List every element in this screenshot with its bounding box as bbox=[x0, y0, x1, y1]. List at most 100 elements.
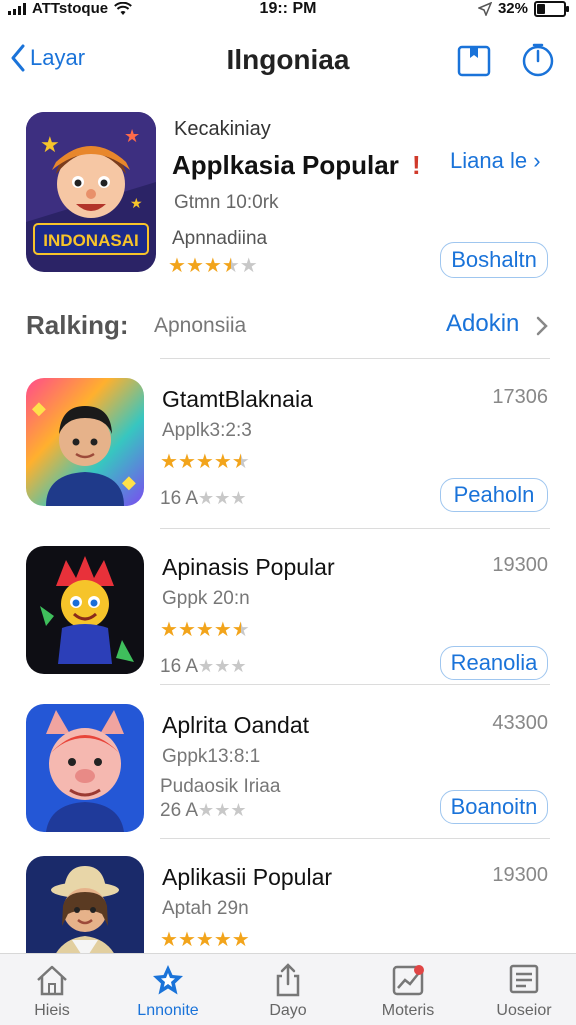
battery-percent: 32% bbox=[497, 0, 528, 17]
tab-share[interactable]: Dayo bbox=[238, 962, 338, 1020]
app-rating: ★★★★★ bbox=[160, 452, 250, 473]
get-button[interactable]: Reanolia bbox=[440, 646, 548, 680]
svg-text:◆: ◆ bbox=[122, 472, 136, 492]
chart-icon bbox=[392, 965, 424, 996]
rating-star-icon: ★ bbox=[230, 656, 247, 676]
featured-exclaim: ! bbox=[412, 150, 421, 180]
rating-star-icon: ★ bbox=[214, 656, 231, 676]
divider bbox=[160, 358, 550, 359]
see-all-link[interactable]: Adokin bbox=[446, 310, 519, 338]
featured-app[interactable]: ★ ★ ★ INDONASAI Kecakiniay Applkasia Pop… bbox=[0, 112, 576, 282]
tab-label: Dayo bbox=[269, 1002, 307, 1019]
featured-link-label: Liana le bbox=[450, 148, 528, 173]
svg-text:★: ★ bbox=[130, 195, 143, 211]
battery-icon bbox=[534, 0, 569, 17]
rating-star-icon: ★ bbox=[230, 488, 247, 508]
rating-star-icon: ★ bbox=[195, 929, 214, 951]
tab-label: Lnnonite bbox=[137, 1002, 199, 1019]
app-id: Gppk 20:n bbox=[162, 588, 250, 609]
app-icon[interactable] bbox=[26, 546, 144, 674]
rating-star-icon: ★ bbox=[160, 619, 178, 641]
featured-developer: Gtmn 10:0rk bbox=[174, 192, 279, 213]
featured-category: Apnnadiina bbox=[172, 228, 268, 249]
app-icon[interactable]: ◆ ◆ bbox=[26, 378, 144, 506]
list-icon bbox=[509, 964, 539, 994]
app-name: Aplrita Oandat bbox=[162, 712, 310, 738]
list-item[interactable]: ◆ ◆ GtamtBlaknaia Applk3:2:3 ★★★★★ 16 A★… bbox=[0, 378, 576, 528]
tab-updates[interactable]: Uoseior bbox=[474, 962, 574, 1020]
app-id: Gppk13:8:1 bbox=[162, 746, 261, 767]
rating-star-icon: ★ bbox=[214, 800, 231, 820]
app-icon[interactable] bbox=[26, 856, 144, 953]
featured-rating: ★★★★★ bbox=[168, 256, 258, 277]
app-number: 43300 bbox=[492, 712, 548, 734]
list-item[interactable]: Aplrita Oandat Gppk13:8:1 Pudaosik Iriaa… bbox=[0, 704, 576, 854]
bookmark-icon[interactable] bbox=[456, 42, 492, 78]
divider bbox=[160, 684, 550, 685]
app-name: Aplikasii Popular bbox=[162, 864, 333, 890]
location-icon bbox=[477, 1, 492, 16]
rating-star-icon: ★ bbox=[231, 929, 250, 951]
tab-label: Moteris bbox=[381, 1002, 435, 1019]
featured-subtitle: Kecakiniay bbox=[174, 118, 271, 140]
svg-text:★: ★ bbox=[124, 126, 140, 146]
rating-star-icon: ★ bbox=[213, 929, 232, 951]
svg-text:◆: ◆ bbox=[32, 398, 46, 418]
list-item[interactable]: Aplikasii Popular Aptah 29n ★★★★★ 19300 bbox=[0, 856, 576, 953]
featured-title: Applkasia Popular bbox=[172, 150, 399, 180]
app-rating: ★★★★★ bbox=[160, 620, 250, 641]
featured-get-button[interactable]: Boshaltn bbox=[440, 242, 548, 278]
rating-star-icon: ★ bbox=[231, 619, 250, 641]
get-button[interactable]: Peaholn bbox=[440, 478, 548, 512]
tab-featured[interactable]: Lnnonite bbox=[118, 962, 218, 1020]
rating-star-icon: ★ bbox=[198, 800, 215, 820]
rating-star-icon: ★ bbox=[177, 929, 196, 951]
rating-star-icon: ★ bbox=[177, 619, 196, 641]
divider bbox=[160, 528, 550, 529]
featured-app-icon[interactable]: ★ ★ ★ INDONASAI bbox=[26, 112, 156, 272]
rating-count: 16 A★★★ bbox=[160, 656, 246, 678]
app-icon[interactable] bbox=[26, 704, 144, 832]
app-name: GtamtBlaknaia bbox=[162, 386, 313, 412]
app-number: 19300 bbox=[492, 554, 548, 576]
app-number: 19300 bbox=[492, 864, 548, 886]
rating-star-icon: ★ bbox=[198, 488, 215, 508]
nav-bar: Layar Ilngoniaa bbox=[0, 30, 576, 94]
app-id: Applk3:2:3 bbox=[162, 420, 252, 441]
rating-star-icon: ★ bbox=[177, 451, 196, 473]
rating-count-label: 26 A bbox=[160, 800, 199, 821]
gray-stars: ★★★ bbox=[198, 656, 246, 677]
tab-home[interactable]: Hieis bbox=[2, 962, 102, 1020]
svg-text:★: ★ bbox=[40, 132, 60, 157]
rating-star-icon: ★ bbox=[160, 929, 178, 951]
rating-star-icon: ★ bbox=[214, 488, 231, 508]
tab-stats[interactable]: Moteris bbox=[358, 962, 458, 1020]
featured-icon-text: INDONASAI bbox=[43, 231, 138, 250]
featured-link[interactable]: Liana le › bbox=[450, 148, 541, 174]
get-button[interactable]: Boanoitn bbox=[440, 790, 548, 824]
rating-star-icon: ★ bbox=[231, 451, 250, 473]
chevron-right-icon: › bbox=[533, 148, 541, 173]
rating-star-icon: ★ bbox=[221, 255, 240, 277]
rating-count-label: 16 A bbox=[160, 656, 199, 677]
rating-star-icon: ★ bbox=[198, 656, 215, 676]
rating-star-icon: ★ bbox=[213, 451, 232, 473]
app-rating: ★★★★★ bbox=[160, 930, 250, 951]
section-title: Ralking: bbox=[26, 310, 129, 340]
rating-count: 16 A★★★ bbox=[160, 488, 246, 510]
timer-icon[interactable] bbox=[520, 42, 556, 78]
list-item[interactable]: Apinasis Popular Gppk 20:n ★★★★★ 16 A★★★… bbox=[0, 546, 576, 696]
status-right: 32% bbox=[477, 0, 569, 17]
gray-stars: ★★★ bbox=[198, 488, 246, 509]
tab-label: Uoseior bbox=[496, 1002, 552, 1019]
section-header: Ralking: Apnonsiia Adokin bbox=[0, 306, 576, 350]
tab-bar: Hieis Lnnonite Dayo Moteris Uoseior bbox=[0, 953, 576, 1025]
app-number: 17306 bbox=[492, 386, 548, 408]
rating-star-icon: ★ bbox=[239, 255, 258, 277]
home-icon bbox=[37, 965, 67, 996]
rating-star-icon: ★ bbox=[160, 451, 178, 473]
rating-star-icon: ★ bbox=[185, 255, 204, 277]
status-bar: ATTstoque 19:: PM 32% bbox=[0, 0, 576, 22]
chevron-right-icon[interactable] bbox=[536, 316, 548, 336]
rating-star-icon: ★ bbox=[213, 619, 232, 641]
